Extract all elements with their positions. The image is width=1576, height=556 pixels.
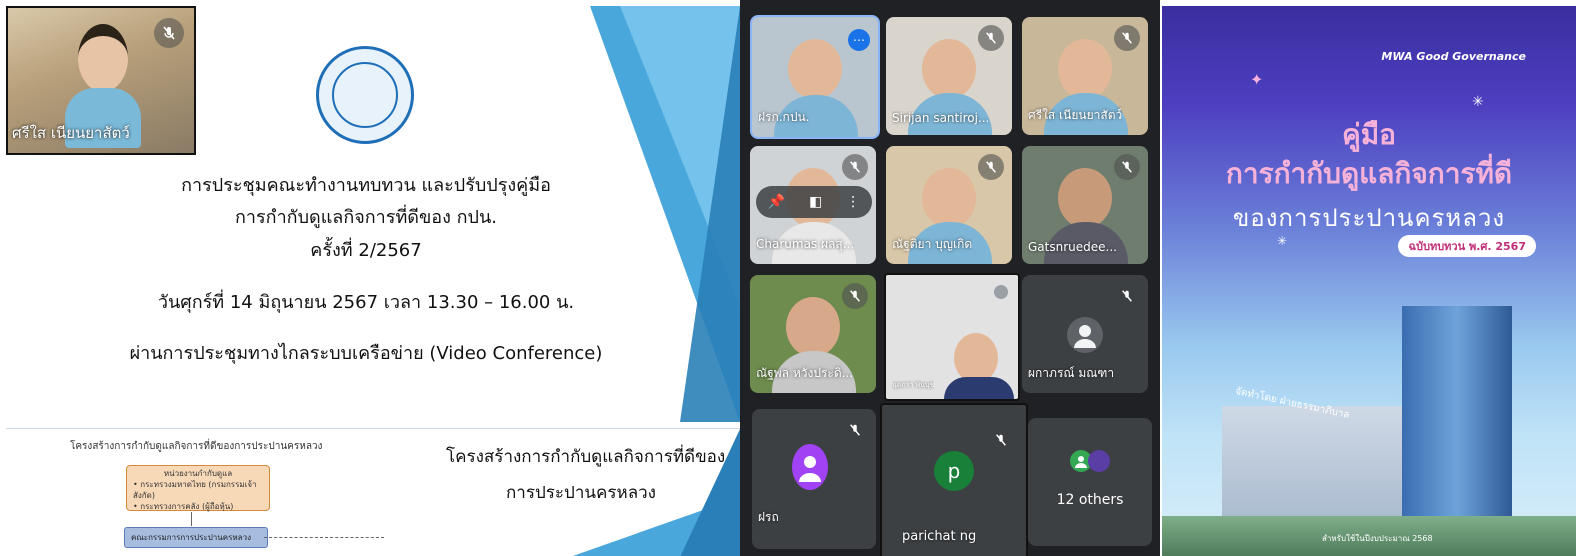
participant-face bbox=[922, 39, 976, 99]
others-tile[interactable]: 12 others bbox=[1028, 418, 1152, 546]
participant-tile[interactable]: ณัฐติยา บุญเกิด bbox=[886, 146, 1012, 264]
mic-off-icon bbox=[1114, 25, 1140, 51]
participant-tile[interactable]: 📌 ◧ ⋮ Charumas ผลสุ... bbox=[750, 146, 876, 264]
participant-tile-active-speaker[interactable]: นุดกรา พินนุช bbox=[884, 273, 1020, 401]
cover-title-line2: การกำกับดูแลกิจการที่ดี bbox=[1225, 157, 1513, 190]
org-box-item: • กระทรวงมหาดไทย (กรมกรรมเจ้าสังกัด) bbox=[133, 480, 257, 500]
participant-name: นุดกรา พินนุช bbox=[892, 381, 935, 389]
org-connector bbox=[191, 512, 192, 526]
slide-date-line: วันศุกร์ที่ 14 มิถุนายน 2567 เวลา 13.30 … bbox=[157, 292, 575, 313]
participant-name: ฝรถ bbox=[758, 510, 779, 524]
volume-icon[interactable]: ◧ bbox=[809, 194, 822, 210]
org-chart-box-board: คณะกรรมการการประปานครหลวง bbox=[124, 527, 268, 548]
slide-venue-line: ผ่านการประชุมทางไกลระบบเครือข่าย (Video … bbox=[129, 343, 603, 364]
org-chart-title: โครงสร้างการกำกับดูแลกิจการที่ดีของการปร… bbox=[70, 441, 323, 452]
org-chart-box-regulators: หน่วยงานกำกับดูแล • กระทรวงมหาดไทย (กรมก… bbox=[126, 465, 270, 511]
participant-tile[interactable]: Sirijan santiroj... bbox=[886, 17, 1012, 135]
cover-footer: สำหรับใช้ในปีงบประมาณ 2568 bbox=[1322, 534, 1433, 543]
participant-name: Gatsnruedee... bbox=[1028, 240, 1117, 254]
org-connector bbox=[264, 537, 384, 538]
others-count-label: 12 others bbox=[1056, 492, 1124, 508]
person-icon bbox=[799, 456, 821, 482]
participant-name: ณัฐพล หวังประดิ... bbox=[756, 366, 854, 380]
presentation-slide-title: ศรีใส เนียนยาสัตว์ การประชุมคณะทำงานทบทว… bbox=[6, 6, 741, 422]
slide-decor-shape bbox=[680, 6, 740, 422]
slide-title-line3: ครั้งที่ 2/2567 bbox=[310, 240, 422, 261]
participant-face bbox=[1058, 39, 1112, 99]
participant-tile[interactable]: Gatsnruedee... bbox=[1022, 146, 1148, 264]
mic-off-icon bbox=[154, 18, 184, 48]
participant-face bbox=[788, 39, 842, 99]
participant-tile[interactable]: ศรีใส เนียนยาสัตว์ bbox=[1022, 17, 1148, 135]
mic-off-icon bbox=[842, 283, 868, 309]
mic-off-icon bbox=[842, 154, 868, 180]
audio-indicator-icon bbox=[994, 285, 1008, 299]
participant-name: ศรีใส เนียนยาสัตว์ bbox=[1028, 108, 1123, 122]
participant-tile[interactable]: p parichat ng bbox=[880, 403, 1028, 556]
sparkle-icon: ✳ bbox=[1472, 94, 1484, 110]
mic-off-icon bbox=[978, 154, 1004, 180]
participant-tile[interactable]: ฝรถ bbox=[752, 409, 876, 549]
self-view-video[interactable]: ศรีใส เนียนยาสัตว์ bbox=[6, 6, 196, 155]
slide-title-line2: การกำกับดูแลกิจการที่ดีของ กปน. bbox=[235, 207, 497, 228]
participant-tile[interactable]: ณัฐพล หวังประดิ... bbox=[750, 275, 876, 393]
org-box-title: หน่วยงานกำกับดูแล bbox=[163, 469, 233, 478]
more-options-icon[interactable]: ⋯ bbox=[848, 29, 870, 51]
slide-heading-line2: การประปานครหลวง bbox=[506, 483, 656, 503]
participant-name: ฝรก.กปน. bbox=[758, 110, 810, 124]
avatar bbox=[1088, 450, 1110, 472]
handbook-cover: MWA Good Governance ✦ ✳ ✳ คู่มือ การกำกั… bbox=[1162, 6, 1576, 556]
cover-title-line1: คู่มือ bbox=[1341, 118, 1396, 151]
avatar bbox=[792, 444, 828, 490]
presentation-slide-structure: โครงสร้างการกำกับดูแลกิจการที่ดีของการปร… bbox=[6, 428, 740, 556]
avatar bbox=[1067, 317, 1103, 353]
participant-face bbox=[786, 297, 840, 357]
slide-heading-line1: โครงสร้างการกำกับดูแลกิจการที่ดีของ bbox=[446, 447, 726, 467]
meeting-participant-grid: ⋯ ฝรก.กปน. Sirijan santiroj... ศรีใส เนี… bbox=[740, 0, 1160, 556]
participant-name: Sirijan santiroj... bbox=[892, 111, 990, 125]
participant-face bbox=[922, 168, 976, 228]
more-options-icon[interactable]: ⋮ bbox=[846, 194, 860, 210]
others-avatars bbox=[1070, 450, 1110, 472]
participant-tile[interactable]: ผกาภรณ์ มณฑา bbox=[1022, 275, 1148, 393]
mic-off-icon bbox=[988, 427, 1014, 453]
org-box-item: • กระทรวงการคลัง (ผู้ถือหุ้น) bbox=[133, 502, 234, 511]
participant-face bbox=[954, 333, 998, 383]
mic-off-icon bbox=[978, 25, 1004, 51]
pin-icon[interactable]: 📌 bbox=[768, 194, 785, 210]
participant-body bbox=[944, 377, 1014, 399]
cover-title-line3: ของการประปานครหลวง bbox=[1232, 204, 1506, 232]
video-conference-screenshot: ศรีใส เนียนยาสัตว์ การประชุมคณะทำงานทบทว… bbox=[0, 0, 1576, 556]
self-view-name: ศรีใส เนียนยาสัตว์ bbox=[12, 124, 130, 142]
participant-name: ผกาภรณ์ มณฑา bbox=[1028, 366, 1115, 380]
participant-tile[interactable]: ⋯ ฝรก.กปน. bbox=[750, 15, 880, 139]
mic-off-icon bbox=[1114, 283, 1140, 309]
mic-off-icon bbox=[842, 417, 868, 443]
avatar: p bbox=[934, 451, 974, 491]
mwa-logo bbox=[316, 46, 414, 144]
participant-figure bbox=[65, 24, 141, 148]
slide-title-line1: การประชุมคณะทำงานทบทวน และปรับปรุงคู่มือ bbox=[181, 175, 551, 196]
participant-name: Charumas ผลสุ... bbox=[756, 237, 855, 251]
cover-edition-badge: ฉบับทบทวน พ.ศ. 2567 bbox=[1398, 235, 1536, 257]
sparkle-icon: ✦ bbox=[1250, 70, 1264, 89]
mic-off-icon bbox=[1114, 154, 1140, 180]
tile-hover-controls[interactable]: 📌 ◧ ⋮ bbox=[756, 186, 872, 218]
participant-name: ณัฐติยา บุญเกิด bbox=[892, 237, 973, 251]
person-icon bbox=[1074, 325, 1096, 348]
participant-name: parichat ng bbox=[902, 529, 977, 544]
participant-face bbox=[1058, 168, 1112, 228]
cover-tagline: MWA Good Governance bbox=[1381, 50, 1526, 63]
